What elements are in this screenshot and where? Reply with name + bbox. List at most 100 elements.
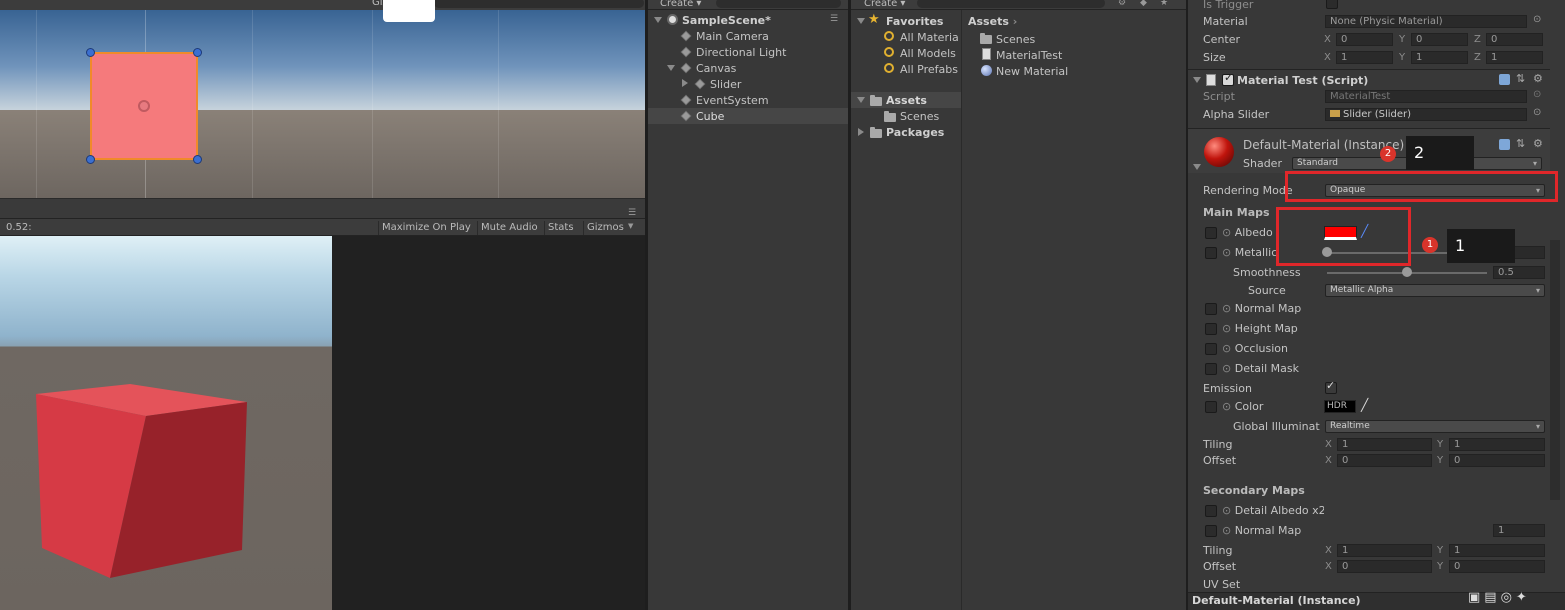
star-icon[interactable]: ★	[1160, 0, 1168, 8]
height-map-slot[interactable]	[1205, 323, 1217, 335]
detail-albedo-slot[interactable]	[1205, 505, 1217, 517]
favorite-all-materials[interactable]: All Materia	[900, 31, 959, 45]
help-icon[interactable]	[1499, 139, 1510, 150]
secondary-tiling-y-field[interactable]: 1	[1449, 544, 1545, 557]
favorite-all-models[interactable]: All Models	[900, 47, 956, 61]
chevron-right-icon[interactable]	[682, 79, 688, 87]
hierarchy-create-button[interactable]: Create ▾	[660, 0, 701, 11]
unity-scene-icon	[667, 14, 678, 25]
favorites-label[interactable]: Favorites	[886, 15, 943, 29]
script-component-title[interactable]: Material Test (Script)	[1237, 74, 1368, 88]
hierarchy-item-eventsystem[interactable]: EventSystem	[696, 94, 769, 108]
chevron-down-icon[interactable]	[1193, 164, 1201, 170]
help-icon[interactable]	[1499, 74, 1510, 85]
smoothness-value-field[interactable]: 0.5	[1493, 266, 1545, 279]
asset-scenes[interactable]: Scenes	[996, 33, 1035, 47]
offset-x-field[interactable]: 0	[1337, 454, 1432, 467]
tiling-x-field[interactable]: 1	[1337, 438, 1432, 451]
center-y-field[interactable]: 0	[1411, 33, 1468, 46]
gear-icon[interactable]: ⚙	[1533, 137, 1543, 150]
metallic-texture-slot[interactable]	[1205, 247, 1217, 259]
preset-icon[interactable]: ⇅	[1516, 72, 1525, 85]
is-trigger-checkbox[interactable]	[1326, 0, 1338, 9]
chevron-down-icon[interactable]	[667, 65, 675, 71]
hierarchy-item-directional-light[interactable]: Directional Light	[696, 46, 786, 60]
albedo-texture-slot[interactable]	[1205, 227, 1217, 239]
maximize-on-play-button[interactable]: Maximize On Play	[378, 221, 474, 235]
project-create-button[interactable]: Create ▾	[864, 0, 905, 11]
secondary-normal-map-slot[interactable]	[1205, 525, 1217, 537]
assets-folder-label[interactable]: Assets	[886, 94, 927, 108]
occlusion-slot[interactable]	[1205, 343, 1217, 355]
object-picker-icon[interactable]: ⊙	[1533, 107, 1541, 118]
scene-search-field[interactable]	[434, 0, 644, 8]
hierarchy-item-cube[interactable]: Cube	[696, 110, 724, 124]
asset-materialtest[interactable]: MaterialTest	[996, 49, 1062, 63]
packages-folder-label[interactable]: Packages	[886, 126, 944, 140]
global-illumination-dropdown[interactable]: Realtime ▾	[1325, 420, 1545, 433]
eyedropper-icon[interactable]: ╱	[1361, 398, 1368, 412]
physic-material-field[interactable]: None (Physic Material)	[1325, 15, 1527, 28]
chevron-down-icon[interactable]	[1193, 77, 1201, 83]
footer-icons[interactable]: ▣▤◎✦	[1468, 590, 1531, 605]
filter-icon[interactable]: ⚙	[1118, 0, 1126, 8]
tiling-y-field[interactable]: 1	[1449, 438, 1545, 451]
gear-icon[interactable]: ⚙	[1533, 72, 1543, 85]
material-label: Material	[1203, 15, 1248, 28]
chevron-down-icon[interactable]	[654, 17, 662, 23]
chevron-down-icon[interactable]	[857, 97, 865, 103]
favorite-all-prefabs[interactable]: All Prefabs	[900, 63, 958, 77]
scene-options-icon[interactable]: ☰	[830, 14, 838, 24]
size-z-field[interactable]: 1	[1486, 51, 1543, 64]
chevron-down-icon[interactable]	[857, 18, 865, 24]
footer-material-title[interactable]: Default-Material (Instance)	[1192, 594, 1361, 608]
center-x-field[interactable]: 0	[1336, 33, 1393, 46]
scene-name[interactable]: SampleScene*	[682, 14, 771, 28]
resize-handle[interactable]	[193, 48, 202, 57]
smoothness-slider-thumb[interactable]	[1402, 267, 1412, 277]
stats-button[interactable]: Stats	[544, 221, 577, 235]
emission-color-swatch[interactable]: HDR	[1324, 400, 1356, 413]
panel-menu-icon[interactable]: ☰	[628, 208, 636, 218]
size-x-field[interactable]: 1	[1336, 51, 1393, 64]
hierarchy-item-canvas[interactable]: Canvas	[696, 62, 736, 76]
hierarchy-item-slider[interactable]: Slider	[710, 78, 741, 92]
emission-color-slot[interactable]	[1205, 401, 1217, 413]
project-breadcrumb[interactable]: Assets ›	[968, 15, 1017, 29]
size-y-field[interactable]: 1	[1411, 51, 1468, 64]
asset-new-material[interactable]: New Material	[996, 65, 1068, 79]
resize-handle[interactable]	[193, 155, 202, 164]
project-search-field[interactable]	[917, 0, 1105, 8]
secondary-tiling-x-field[interactable]: 1	[1337, 544, 1432, 557]
resize-handle[interactable]	[86, 48, 95, 57]
hierarchy-search-field[interactable]	[716, 0, 841, 8]
detail-mask-slot[interactable]	[1205, 363, 1217, 375]
hierarchy-selected-row[interactable]	[648, 108, 848, 124]
albedo-label: ⊙ Albedo	[1222, 226, 1273, 239]
source-dropdown[interactable]: Metallic Alpha ▾	[1325, 284, 1545, 297]
normal-map-slot[interactable]	[1205, 303, 1217, 315]
secondary-offset-y-field[interactable]: 0	[1449, 560, 1545, 573]
object-picker-icon[interactable]: ⊙	[1533, 89, 1541, 100]
pivot-handle[interactable]	[138, 100, 150, 112]
hierarchy-item-main-camera[interactable]: Main Camera	[696, 30, 769, 44]
mute-audio-button[interactable]: Mute Audio	[477, 221, 541, 235]
secondary-offset-x-field[interactable]: 0	[1337, 560, 1432, 573]
scenes-folder-label[interactable]: Scenes	[900, 110, 939, 124]
game-gizmos-button[interactable]: Gizmos	[583, 221, 627, 235]
resize-handle[interactable]	[86, 155, 95, 164]
project-divider[interactable]	[961, 10, 962, 610]
aspect-ratio-label[interactable]: 0.52:	[6, 221, 32, 235]
secondary-normal-scale-field[interactable]: 1	[1493, 524, 1545, 537]
chevron-down-icon[interactable]: ▼	[628, 222, 633, 230]
scene-view[interactable]: Gizmos	[0, 0, 645, 198]
tag-icon[interactable]: ◆	[1140, 0, 1147, 8]
preset-icon[interactable]: ⇅	[1516, 137, 1525, 150]
offset-y-field[interactable]: 0	[1449, 454, 1545, 467]
scene-gizmo-widget[interactable]	[383, 0, 435, 22]
center-z-field[interactable]: 0	[1486, 33, 1543, 46]
chevron-right-icon[interactable]	[858, 128, 864, 136]
object-picker-icon[interactable]: ⊙	[1533, 14, 1541, 25]
alpha-slider-field[interactable]: Slider (Slider)	[1325, 108, 1527, 121]
inspector-scrollbar[interactable]	[1550, 240, 1560, 500]
